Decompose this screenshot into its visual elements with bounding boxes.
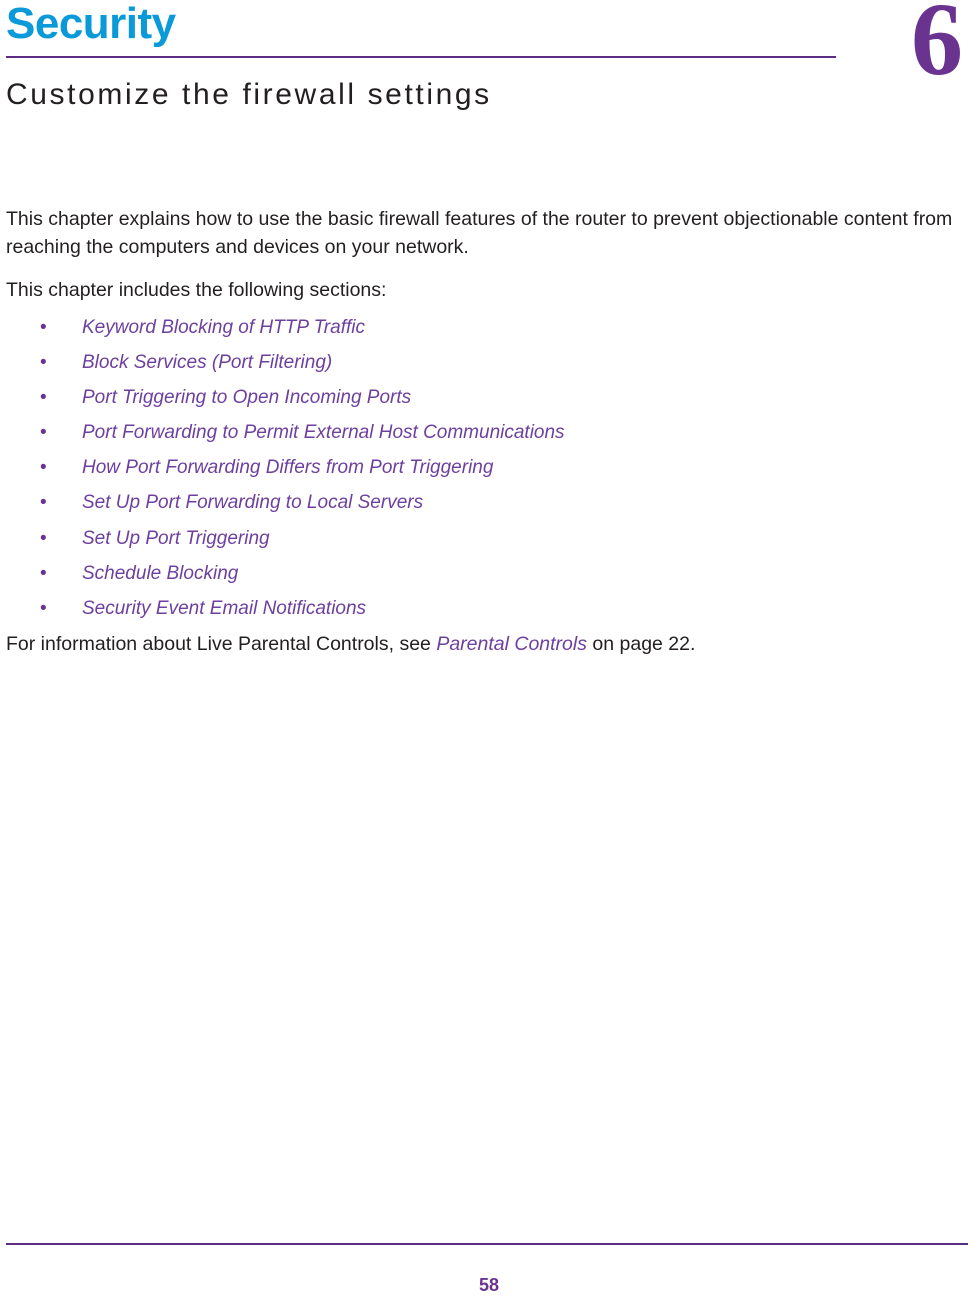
section-link-port-forwarding-external-host[interactable]: Port Forwarding to Permit External Host … [82,422,565,443]
intro-paragraph: This chapter explains how to use the bas… [6,208,953,258]
title-divider [6,56,836,58]
bullet-icon: • [40,527,47,549]
bullet-icon: • [40,457,47,479]
list-item[interactable]: • Block Services (Port Filtering) [6,350,974,375]
sections-lead-in: This chapter includes the following sect… [6,279,387,302]
bullet-icon: • [40,387,47,409]
chapter-header: Security Customize the firewall settings… [6,0,972,111]
section-link-security-event-email[interactable]: Security Event Email Notifications [82,598,366,619]
list-item[interactable]: • How Port Forwarding Differs from Port … [6,455,974,480]
section-link-keyword-blocking[interactable]: Keyword Blocking of HTTP Traffic [82,317,365,338]
bullet-icon: • [40,597,47,619]
list-item[interactable]: • Set Up Port Triggering [6,526,974,551]
bullet-icon: • [40,352,47,374]
page-number: 58 [478,1275,500,1295]
list-item[interactable]: • Set Up Port Forwarding to Local Server… [6,490,974,515]
section-link-setup-port-triggering[interactable]: Set Up Port Triggering [82,528,270,549]
chapter-section-list: • Keyword Blocking of HTTP Traffic • Blo… [6,315,974,621]
section-link-block-services[interactable]: Block Services (Port Filtering) [82,352,332,373]
page-title: Security [6,0,176,48]
parental-controls-link[interactable]: Parental Controls [436,633,587,655]
document-page: Security Customize the firewall settings… [0,0,978,1311]
section-link-setup-port-forwarding[interactable]: Set Up Port Forwarding to Local Servers [82,492,423,513]
footer-divider [6,1243,968,1245]
list-item[interactable]: • Port Triggering to Open Incoming Ports [6,385,974,410]
chapter-subtitle: Customize the firewall settings [6,78,492,111]
chapter-content: This chapter explains how to use the bas… [6,206,974,674]
bullet-icon: • [40,492,47,514]
closing-text-after: on page 22. [586,632,696,655]
section-link-port-triggering-open-ports[interactable]: Port Triggering to Open Incoming Ports [82,387,411,408]
section-link-forwarding-vs-triggering[interactable]: How Port Forwarding Differs from Port Tr… [82,457,493,478]
list-item[interactable]: • Schedule Blocking [6,561,974,586]
closing-text-before: For information about Live Parental Cont… [6,632,437,655]
list-item[interactable]: • Security Event Email Notifications [6,596,974,621]
bullet-icon: • [40,422,47,444]
section-link-schedule-blocking[interactable]: Schedule Blocking [82,563,238,584]
list-item[interactable]: • Port Forwarding to Permit External Hos… [6,420,974,445]
closing-paragraph: For information about Live Parental Cont… [6,631,974,659]
list-item[interactable]: • Keyword Blocking of HTTP Traffic [6,315,974,340]
bullet-icon: • [40,317,47,339]
bullet-icon: • [40,562,47,584]
chapter-number: 6 [911,0,963,97]
